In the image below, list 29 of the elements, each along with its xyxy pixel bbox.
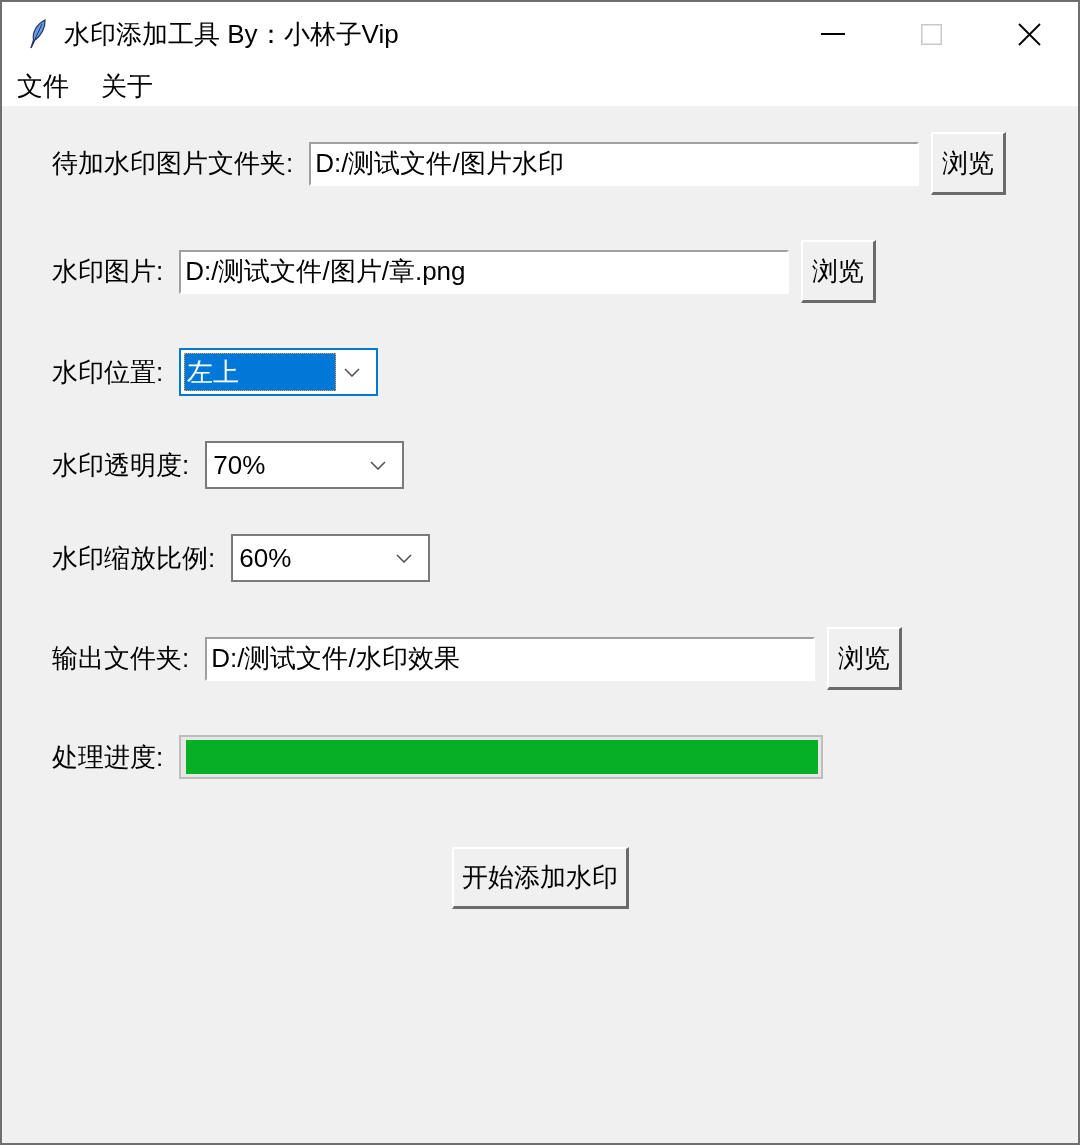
field-label: 处理进度: xyxy=(52,740,164,774)
input-field[interactable]: D:/测试文件/图片/章.png xyxy=(179,249,790,294)
input-field[interactable]: D:/测试文件/图片水印 xyxy=(309,141,920,186)
chevron-down-icon xyxy=(396,553,413,563)
browse-button[interactable]: 浏览 xyxy=(801,240,877,303)
dropdown[interactable]: 60% xyxy=(231,534,431,582)
input-field[interactable]: D:/测试文件/水印效果 xyxy=(205,636,816,681)
dropdown[interactable]: 左上 xyxy=(179,348,379,396)
start-button[interactable]: 开始添加水印 xyxy=(451,847,629,909)
dropdown[interactable]: 70% xyxy=(205,441,405,489)
field-label: 水印缩放比例: xyxy=(52,541,216,575)
dropdown-value: 60% xyxy=(238,541,293,575)
dropdown-value: 70% xyxy=(212,448,267,482)
field-label: 水印透明度: xyxy=(52,448,190,482)
browse-button[interactable]: 浏览 xyxy=(931,132,1007,195)
minimize-icon[interactable] xyxy=(821,33,845,35)
browse-button[interactable]: 浏览 xyxy=(827,627,903,690)
field-label: 水印位置: xyxy=(52,355,164,389)
field-label: 输出文件夹: xyxy=(52,642,190,675)
field-label: 待加水印图片文件夹: xyxy=(52,147,294,180)
chevron-down-icon xyxy=(344,367,361,377)
chevron-down-icon xyxy=(370,460,387,470)
feather-icon xyxy=(28,19,46,49)
menu-item[interactable]: 文件 xyxy=(17,68,69,104)
field-label: 水印图片: xyxy=(52,255,164,288)
close-icon[interactable] xyxy=(1017,22,1041,46)
window-title: 水印添加工具 By：小林子Vip xyxy=(64,17,399,51)
dropdown-value: 左上 xyxy=(184,353,337,391)
menu-item[interactable]: 关于 xyxy=(101,68,153,104)
